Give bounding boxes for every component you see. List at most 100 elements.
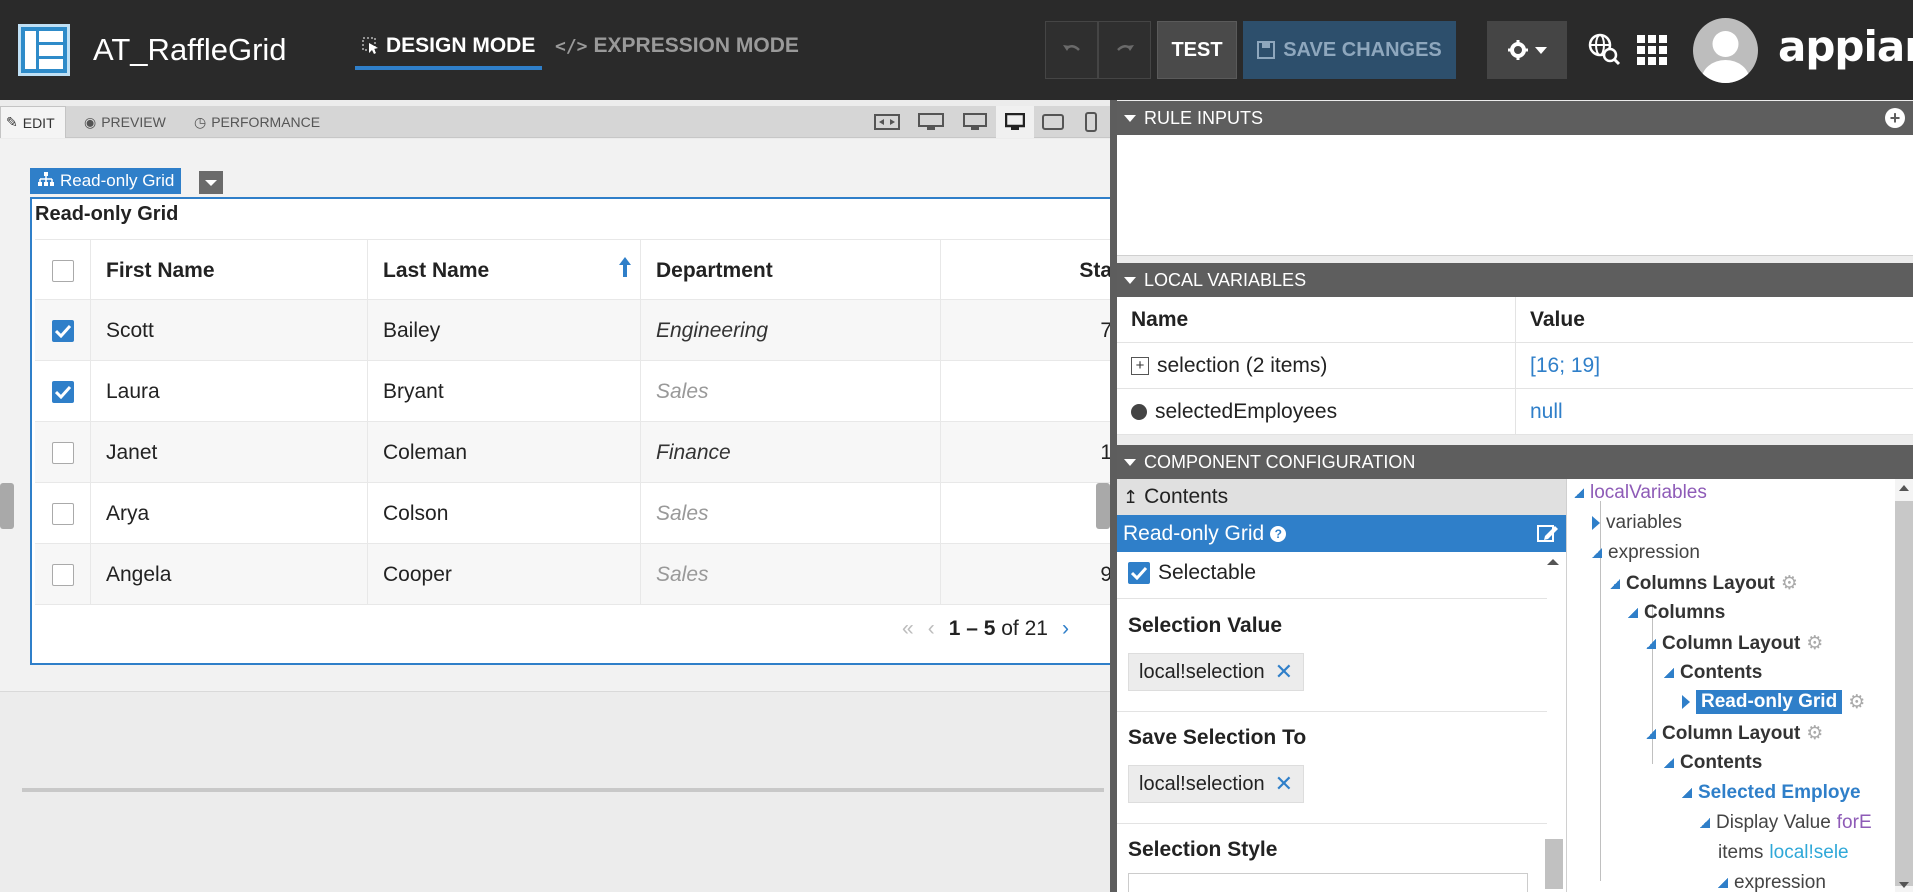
- apps-grid-icon[interactable]: [1637, 35, 1667, 65]
- gear-icon[interactable]: ⚙: [1848, 691, 1865, 714]
- tree-node-contents[interactable]: Contents: [1664, 662, 1762, 684]
- tree-node-columns-layout[interactable]: Columns Layout ⚙: [1610, 572, 1798, 595]
- select-all-cell: [35, 240, 91, 301]
- contents-breadcrumb[interactable]: ↥ Contents: [1117, 479, 1566, 515]
- remove-token-icon[interactable]: ✕: [1275, 659, 1293, 685]
- row-checkbox[interactable]: [51, 502, 74, 525]
- selectable-checkbox[interactable]: [1128, 562, 1150, 584]
- local-variable-value[interactable]: null: [1516, 389, 1563, 435]
- settings-menu-button[interactable]: [1487, 21, 1567, 79]
- cell-start: 1: [1100, 440, 1112, 464]
- row-checkbox[interactable]: [51, 563, 74, 586]
- grid-header-row: First Name Last Name Department Sta: [35, 239, 1112, 301]
- row-checkbox[interactable]: [51, 319, 74, 342]
- tree-node-read-only-grid[interactable]: Read-only Grid ⚙: [1682, 690, 1865, 714]
- tree-node-columns[interactable]: Columns: [1628, 602, 1725, 624]
- add-rule-input-icon[interactable]: +: [1885, 108, 1905, 128]
- local-variable-row[interactable]: + selection (2 items) [16; 19]: [1117, 343, 1913, 389]
- component-config-header[interactable]: COMPONENT CONFIGURATION: [1117, 445, 1913, 479]
- row-checkbox[interactable]: [51, 380, 74, 403]
- tab-expression-mode[interactable]: </> EXPRESSION MODE: [555, 34, 799, 58]
- avatar[interactable]: [1693, 18, 1758, 83]
- tab-performance[interactable]: ◷ PERFORMANCE: [194, 106, 320, 138]
- table-row[interactable]: Janet Coleman Finance 1: [35, 422, 1112, 483]
- table-row[interactable]: Arya Colson Sales: [35, 483, 1112, 544]
- selection-style-input[interactable]: [1128, 873, 1528, 892]
- local-variables-header[interactable]: LOCAL VARIABLES: [1117, 263, 1913, 297]
- local-variable-value[interactable]: [16; 19]: [1516, 343, 1600, 389]
- next-page-icon[interactable]: ›: [1062, 617, 1069, 641]
- table-row[interactable]: Angela Cooper Sales 9: [35, 544, 1112, 605]
- globe-search-icon[interactable]: [1587, 32, 1621, 71]
- component-tag[interactable]: Read-only Grid: [30, 168, 182, 194]
- selection-value-token[interactable]: local!selection ✕: [1128, 653, 1305, 691]
- column-header-start[interactable]: Sta: [941, 240, 1112, 301]
- tree-node-variables[interactable]: variables: [1592, 512, 1682, 534]
- tab-design-mode[interactable]: DESIGN MODE: [362, 34, 535, 58]
- row-checkbox[interactable]: [51, 441, 74, 464]
- right-panel-handle[interactable]: [1096, 483, 1110, 529]
- monitor-button[interactable]: [996, 106, 1034, 138]
- desktop-wide-button[interactable]: [912, 106, 950, 138]
- properties-pane: RULE INPUTS + LOCAL VARIABLES Name Value…: [1117, 100, 1913, 892]
- tab-preview[interactable]: ◉ PREVIEW: [84, 106, 166, 138]
- tree-node-localvariables[interactable]: localVariables: [1574, 482, 1707, 504]
- undo-button[interactable]: [1045, 21, 1098, 79]
- config-scrollbar[interactable]: [1545, 839, 1563, 889]
- select-all-checkbox[interactable]: [51, 259, 74, 282]
- tree-node-expression[interactable]: expression: [1592, 542, 1700, 564]
- test-button[interactable]: TEST: [1157, 21, 1237, 79]
- tree-node-items[interactable]: items local!sele: [1718, 842, 1849, 864]
- remove-token-icon[interactable]: ✕: [1275, 771, 1293, 797]
- col-value-header: Value: [1530, 308, 1585, 331]
- gear-icon[interactable]: ⚙: [1806, 632, 1823, 655]
- pager-range: 1 – 5: [948, 617, 996, 640]
- redo-button[interactable]: [1098, 21, 1151, 79]
- tree-scrollbar[interactable]: [1895, 501, 1913, 886]
- column-header-department[interactable]: Department: [641, 240, 941, 301]
- tree-node-column-layout[interactable]: Column Layout ⚙: [1646, 632, 1823, 655]
- help-icon[interactable]: ?: [1270, 525, 1287, 542]
- save-selection-token[interactable]: local!selection ✕: [1128, 765, 1305, 803]
- fit-width-button[interactable]: [868, 106, 906, 138]
- selection-value-label: Selection Value: [1128, 614, 1283, 637]
- prev-page-icon[interactable]: ‹: [928, 617, 935, 641]
- row-select-cell: [35, 422, 91, 483]
- gear-icon[interactable]: ⚙: [1781, 572, 1798, 595]
- tree-node-selected-employees[interactable]: Selected Employe: [1682, 782, 1861, 804]
- first-page-icon[interactable]: «: [902, 617, 914, 641]
- left-panel-handle[interactable]: [0, 483, 14, 529]
- edit-icon[interactable]: [1537, 523, 1559, 543]
- expand-icon[interactable]: +: [1131, 357, 1149, 375]
- tree-node-column-layout[interactable]: Column Layout ⚙: [1646, 722, 1823, 745]
- tree-node-expression-2[interactable]: expression: [1718, 872, 1826, 892]
- rule-inputs-header[interactable]: RULE INPUTS +: [1117, 101, 1913, 135]
- tab-edit[interactable]: ✎ EDIT: [0, 106, 66, 138]
- tablet-landscape-button[interactable]: [1034, 106, 1072, 138]
- table-row[interactable]: Laura Bryant Sales: [35, 361, 1112, 422]
- column-header-last-name[interactable]: Last Name: [368, 240, 641, 301]
- config-scroll-up-icon[interactable]: [1547, 559, 1559, 565]
- tree-node-suffix: local!sele: [1769, 842, 1849, 863]
- save-changes-button[interactable]: SAVE CHANGES: [1243, 21, 1456, 79]
- tree-node-display-value[interactable]: Display Value forE: [1700, 812, 1872, 834]
- pager-total: of 21: [1001, 617, 1048, 640]
- pane-splitter[interactable]: [1110, 100, 1117, 892]
- read-only-grid[interactable]: Read-only Grid First Name Last Name Depa…: [30, 197, 1112, 665]
- column-header-first-name[interactable]: First Name: [91, 240, 368, 301]
- chevron-down-icon: [1535, 46, 1547, 54]
- selectable-field[interactable]: Selectable: [1128, 561, 1256, 585]
- phone-button[interactable]: [1072, 106, 1110, 138]
- appian-logo: appian: [1778, 22, 1913, 71]
- component-menu-button[interactable]: [199, 171, 223, 194]
- table-row[interactable]: Scott Bailey Engineering 7: [35, 300, 1112, 361]
- tree-node-contents[interactable]: Contents: [1664, 752, 1762, 774]
- tree-scroll-down-icon[interactable]: [1899, 882, 1909, 888]
- expanded-icon: [1700, 818, 1710, 828]
- undo-icon: [1063, 45, 1080, 51]
- desktop-button[interactable]: [956, 106, 994, 138]
- gear-icon[interactable]: ⚙: [1806, 722, 1823, 745]
- canvas-horizontal-scrollbar[interactable]: [22, 788, 1104, 792]
- local-variable-row[interactable]: selectedEmployees null: [1117, 389, 1913, 435]
- tree-scroll-up-icon[interactable]: [1899, 485, 1909, 491]
